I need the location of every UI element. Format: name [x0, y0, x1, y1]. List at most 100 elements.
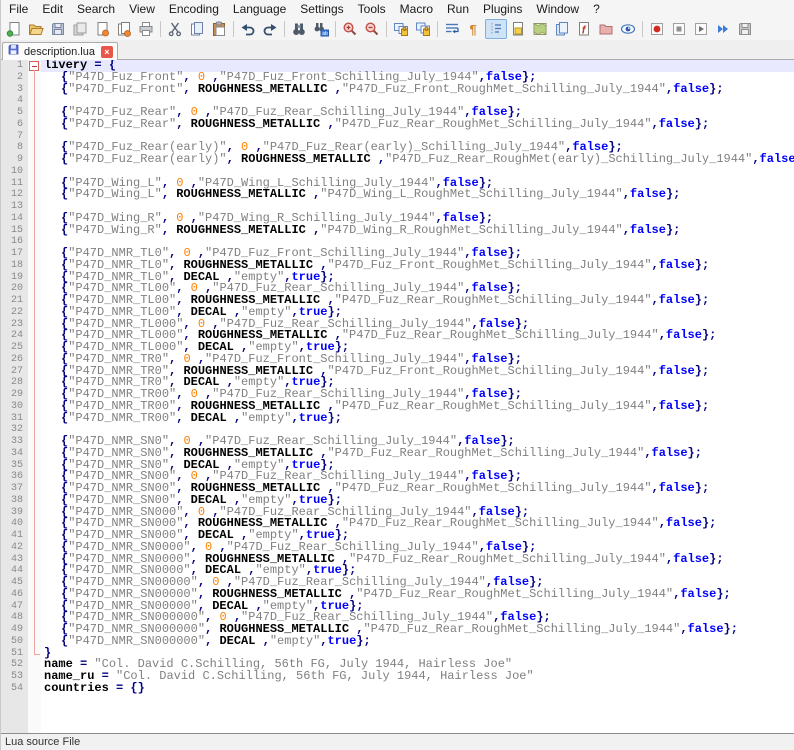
line-number[interactable]: 46 — [1, 588, 28, 601]
line-number[interactable]: 20 — [1, 283, 28, 295]
menu-tools[interactable]: Tools — [351, 1, 393, 17]
line-number[interactable]: 13 — [1, 201, 28, 213]
line-number[interactable]: 6 — [1, 118, 28, 131]
line-number[interactable]: 40 — [1, 518, 28, 530]
line-number[interactable]: 24 — [1, 330, 28, 342]
sync-horizontal-scrolling-icon[interactable] — [412, 19, 434, 39]
undo-icon[interactable] — [237, 19, 259, 39]
menu-macro[interactable]: Macro — [393, 1, 440, 17]
show-all-characters-icon[interactable]: ¶ — [463, 19, 485, 39]
line-number[interactable]: 53 — [1, 671, 28, 683]
line-number[interactable]: 52 — [1, 659, 28, 671]
save-all-icon[interactable] — [69, 19, 91, 39]
menu-view[interactable]: View — [122, 1, 162, 17]
function-list-icon[interactable]: f — [573, 19, 595, 39]
code-editor[interactable]: 1 livery = {2 {"P47D_Fuz_Front", 0 ,"P47D_… — [1, 60, 794, 733]
line-number[interactable]: 39 — [1, 506, 28, 519]
user-defined-language-icon[interactable] — [507, 19, 529, 39]
word-wrap-icon[interactable] — [441, 19, 463, 39]
line-number[interactable]: 54 — [1, 682, 28, 695]
show-indent-guide-icon[interactable] — [485, 18, 507, 39]
line-number[interactable]: 37 — [1, 483, 28, 495]
line-number[interactable]: 41 — [1, 530, 28, 542]
line-number[interactable]: 22 — [1, 306, 28, 319]
line-number[interactable]: 19 — [1, 271, 28, 284]
copy-icon[interactable] — [186, 19, 208, 39]
line-number[interactable]: 48 — [1, 612, 28, 624]
line-number[interactable]: 18 — [1, 259, 28, 272]
line-number[interactable]: 4 — [1, 95, 28, 107]
macro-stop-icon[interactable] — [668, 19, 690, 39]
tab-close-icon[interactable]: × — [100, 45, 113, 58]
line-number[interactable]: 21 — [1, 295, 28, 307]
line-number[interactable]: 44 — [1, 565, 28, 577]
line-number[interactable]: 5 — [1, 107, 28, 119]
menu-settings[interactable]: Settings — [293, 1, 350, 17]
menu-window[interactable]: Window — [529, 1, 586, 17]
document-map-icon[interactable] — [529, 19, 551, 39]
line-number[interactable]: 32 — [1, 424, 28, 436]
line-number[interactable]: 45 — [1, 577, 28, 589]
line-number[interactable]: 1 — [1, 60, 28, 72]
line-number[interactable]: 47 — [1, 600, 28, 613]
zoom-in-icon[interactable] — [339, 19, 361, 39]
line-number[interactable]: 35 — [1, 459, 28, 472]
line-number[interactable]: 8 — [1, 142, 28, 154]
monitoring-icon[interactable] — [617, 19, 639, 39]
line-number[interactable]: 2 — [1, 71, 28, 84]
line-number[interactable]: 28 — [1, 377, 28, 389]
replace-icon[interactable]: ab — [310, 19, 332, 39]
fold-collapse-marker[interactable] — [28, 60, 41, 72]
menu-help[interactable]: ? — [586, 1, 607, 17]
line-number[interactable]: 49 — [1, 624, 28, 636]
close-file-icon[interactable] — [91, 19, 113, 39]
line-number[interactable]: 9 — [1, 154, 28, 166]
tab-description-lua[interactable]: description.lua × — [2, 42, 118, 60]
menu-search[interactable]: Search — [70, 1, 122, 17]
line-number[interactable]: 33 — [1, 436, 28, 448]
menu-language[interactable]: Language — [226, 1, 293, 17]
line-number[interactable]: 43 — [1, 553, 28, 566]
menu-encoding[interactable]: Encoding — [162, 1, 226, 17]
line-number[interactable]: 36 — [1, 471, 28, 483]
line-number[interactable]: 29 — [1, 389, 28, 401]
cut-icon[interactable] — [164, 19, 186, 39]
line-number[interactable]: 11 — [1, 177, 28, 190]
new-file-icon[interactable] — [3, 19, 25, 39]
open-file-icon[interactable] — [25, 19, 47, 39]
line-number[interactable]: 38 — [1, 494, 28, 507]
line-number[interactable]: 27 — [1, 365, 28, 378]
paste-icon[interactable] — [208, 19, 230, 39]
line-number[interactable]: 51 — [1, 647, 28, 660]
doc-switcher-icon[interactable] — [551, 19, 573, 39]
save-file-icon[interactable] — [47, 19, 69, 39]
find-icon[interactable] — [288, 19, 310, 39]
line-number[interactable]: 30 — [1, 400, 28, 413]
redo-icon[interactable] — [259, 19, 281, 39]
macro-save-icon[interactable] — [734, 19, 756, 39]
macro-playback-icon[interactable] — [690, 19, 712, 39]
macro-record-icon[interactable] — [646, 19, 668, 39]
line-number[interactable]: 50 — [1, 635, 28, 648]
macro-run-multiple-icon[interactable] — [712, 19, 734, 39]
line-number[interactable]: 10 — [1, 165, 28, 178]
line-number[interactable]: 7 — [1, 130, 28, 143]
line-number[interactable]: 15 — [1, 224, 28, 237]
line-number[interactable]: 25 — [1, 342, 28, 354]
menu-edit[interactable]: Edit — [35, 1, 70, 17]
zoom-out-icon[interactable] — [361, 19, 383, 39]
close-all-icon[interactable] — [113, 19, 135, 39]
line-number[interactable]: 12 — [1, 189, 28, 201]
line-number[interactable]: 26 — [1, 353, 28, 366]
sync-vertical-scrolling-icon[interactable] — [390, 19, 412, 39]
line-number[interactable]: 34 — [1, 447, 28, 460]
menu-file[interactable]: File — [2, 1, 35, 17]
print-icon[interactable] — [135, 19, 157, 39]
line-number[interactable]: 14 — [1, 212, 28, 225]
menu-plugins[interactable]: Plugins — [476, 1, 529, 17]
line-number[interactable]: 42 — [1, 541, 28, 554]
line-number[interactable]: 3 — [1, 83, 28, 96]
menu-run[interactable]: Run — [440, 1, 476, 17]
folder-as-workspace-icon[interactable] — [595, 19, 617, 39]
line-number[interactable]: 23 — [1, 318, 28, 331]
